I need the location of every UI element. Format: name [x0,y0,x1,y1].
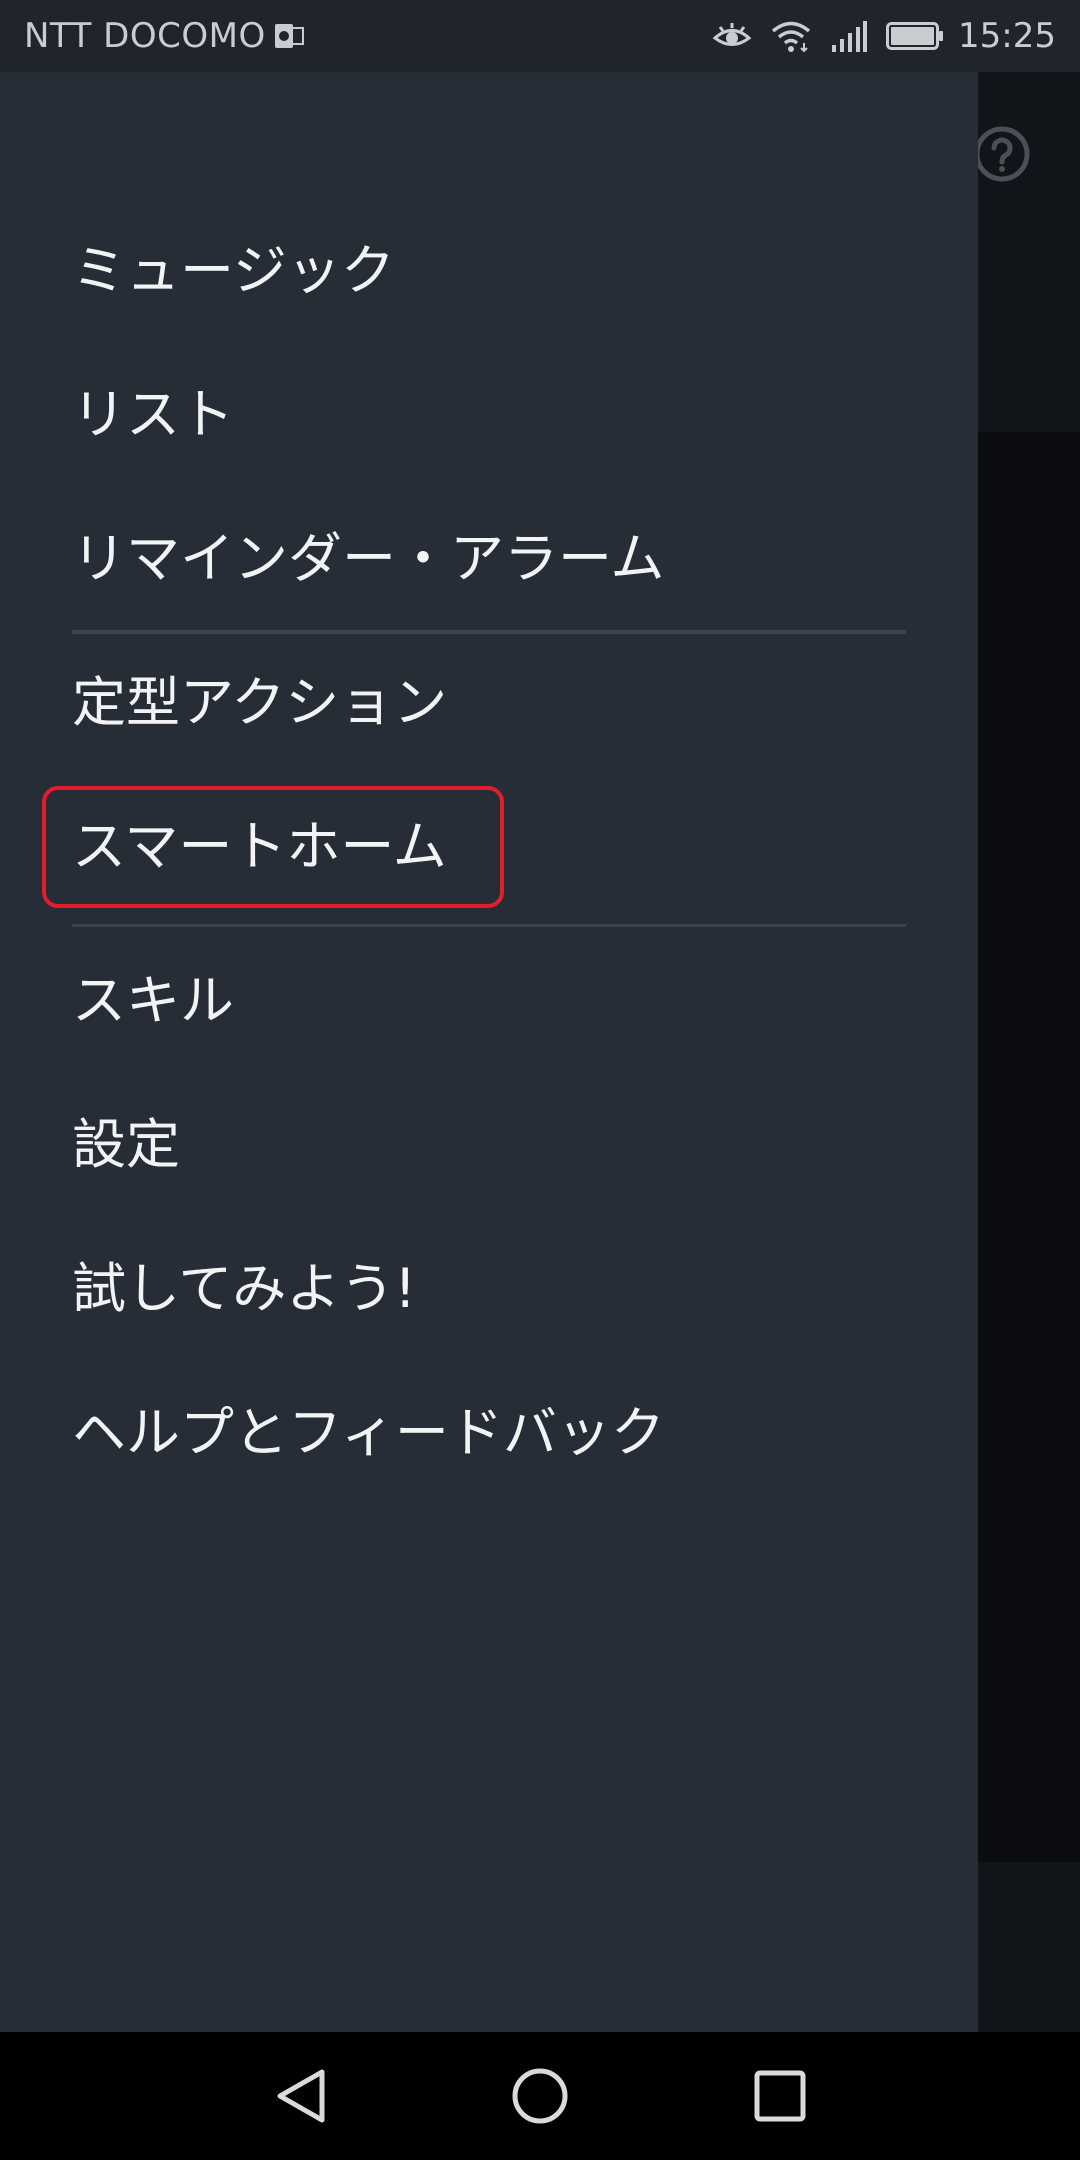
status-right: 15:25 [694,0,1056,72]
menu-item-settings[interactable]: 設定 [72,1084,180,1194]
wifi-icon [770,19,812,53]
battery-icon [886,21,944,51]
menu-divider [72,924,906,927]
outlook-notification-icon [274,22,304,50]
menu-item-label: スキル [72,968,234,1032]
menu-item-label: スマートホーム [72,814,447,878]
home-icon [512,2068,568,2124]
status-bar: NTT DOCOMO 15:25 [0,0,1080,72]
menu-item-lists[interactable]: リスト [72,354,234,464]
menu-item-label: 設定 [72,1112,180,1176]
system-navigation-bar [0,2032,1080,2160]
menu-divider [72,630,906,634]
back-button[interactable] [264,2060,336,2132]
menu-item-skills[interactable]: スキル [72,940,234,1050]
help-icon[interactable] [972,124,1032,184]
carrier-name: NTT DOCOMO [24,16,266,56]
menu-item-things-to-try[interactable]: 試してみよう! [72,1228,416,1338]
menu-item-label: リスト [72,382,234,446]
eye-comfort-icon [712,21,752,51]
menu-item-music[interactable]: ミュージック [72,210,395,320]
menu-item-label: ミュージック [72,238,395,302]
menu-item-label: 試してみよう! [72,1256,417,1320]
screen: NTT DOCOMO 15:25 ミュージック リスト リマインダー・アラーム … [0,0,1080,2160]
menu-item-smart-home[interactable]: スマートホーム [72,786,447,896]
recents-icon [754,2070,806,2122]
menu-item-label: リマインダー・アラーム [72,526,665,590]
signal-icon [830,19,868,53]
menu-item-routines[interactable]: 定型アクション [72,642,447,752]
menu-item-label: 定型アクション [72,670,448,734]
recents-button[interactable] [744,2060,816,2132]
home-button[interactable] [504,2060,576,2132]
status-left: NTT DOCOMO [24,0,304,72]
menu-item-help-feedback[interactable]: ヘルプとフィードバック [72,1372,665,1482]
navigation-drawer: ミュージック リスト リマインダー・アラーム 定型アクション スマートホーム ス… [0,72,978,2032]
clock: 15:25 [958,16,1056,56]
back-icon [277,2069,325,2123]
menu-item-reminders-alarms[interactable]: リマインダー・アラーム [72,498,664,608]
menu-item-label: ヘルプとフィードバック [72,1400,665,1464]
